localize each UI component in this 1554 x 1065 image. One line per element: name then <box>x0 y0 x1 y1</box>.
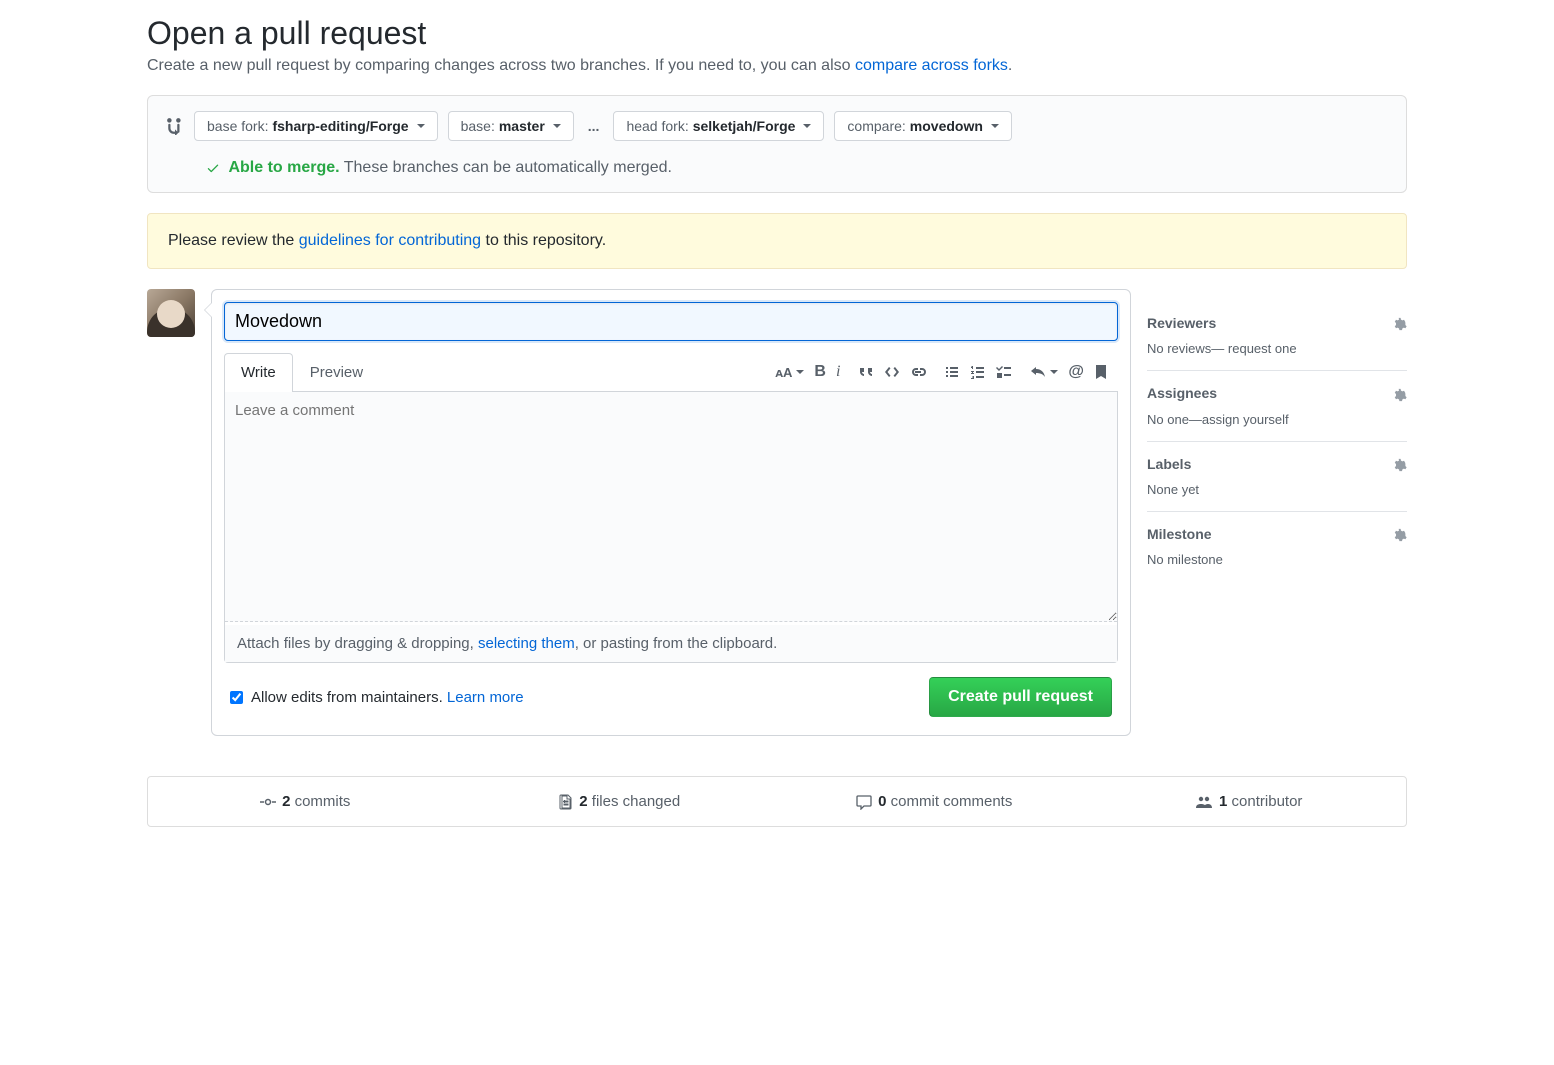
merge-detail: These branches can be automatically merg… <box>340 159 672 176</box>
files-label: files changed <box>588 793 681 810</box>
page-subtitle: Create a new pull request by comparing c… <box>147 57 1407 75</box>
notice-suffix: to this repository. <box>481 232 606 249</box>
tab-write[interactable]: Write <box>224 353 293 392</box>
branch-compare-box: base fork: fsharp-editing/Forge base: ma… <box>147 95 1407 193</box>
allow-edits-label[interactable]: Allow edits from maintainers. Learn more <box>230 689 524 706</box>
people-icon <box>1195 793 1213 810</box>
labels-title: Labels <box>1147 456 1191 472</box>
head-fork-select[interactable]: head fork: selketjah/Forge <box>613 111 824 141</box>
numbered-list-icon[interactable] <box>970 364 986 380</box>
guidelines-link[interactable]: guidelines for contributing <box>299 232 481 249</box>
page-title: Open a pull request <box>147 15 1407 52</box>
chevron-down-icon <box>803 124 811 132</box>
head-fork-value: selketjah/Forge <box>693 118 796 134</box>
attach-suffix: , or pasting from the clipboard. <box>575 635 778 652</box>
bullet-list-icon[interactable] <box>944 364 960 380</box>
branch-ellipsis: ... <box>584 118 604 134</box>
mention-icon[interactable]: @ <box>1068 363 1084 381</box>
chevron-down-icon <box>553 124 561 132</box>
stats-box: 2 commits 2 files changed 0 commit comme… <box>147 776 1407 827</box>
stat-commits[interactable]: 2 commits <box>148 777 463 826</box>
gear-icon[interactable] <box>1393 385 1407 401</box>
text-size-icon[interactable]: ᴀA <box>775 365 804 380</box>
compare-value: movedown <box>910 118 983 134</box>
editor-toolbar: ᴀA B i <box>765 357 1118 387</box>
assignees-title: Assignees <box>1147 385 1217 401</box>
compare-forks-link[interactable]: compare across forks <box>855 57 1008 74</box>
task-list-icon[interactable] <box>996 364 1012 380</box>
base-label: base: <box>461 118 495 134</box>
check-icon <box>206 159 224 176</box>
assignees-body: No one—assign yourself <box>1147 412 1407 427</box>
reviewers-title: Reviewers <box>1147 315 1216 331</box>
notice-prefix: Please review the <box>168 232 299 249</box>
create-pr-button[interactable]: Create pull request <box>929 677 1112 717</box>
commit-icon <box>260 793 276 810</box>
allow-edits-text: Allow edits from maintainers. <box>251 689 447 706</box>
attach-hint: Attach files by dragging & dropping, sel… <box>225 625 1117 662</box>
avatar[interactable] <box>147 289 195 337</box>
merge-status: Able to merge. These branches can be aut… <box>166 159 1388 177</box>
base-value: master <box>499 118 545 134</box>
comments-label: commit comments <box>886 793 1012 810</box>
assign-yourself-link[interactable]: assign yourself <box>1202 412 1289 427</box>
comment-icon <box>856 793 872 810</box>
pr-title-input[interactable] <box>224 302 1118 341</box>
chevron-down-icon <box>417 124 425 132</box>
link-icon[interactable] <box>910 364 926 380</box>
gear-icon[interactable] <box>1393 456 1407 472</box>
select-files-link[interactable]: selecting them <box>478 635 575 652</box>
base-fork-select[interactable]: base fork: fsharp-editing/Forge <box>194 111 438 141</box>
files-count: 2 <box>579 793 587 810</box>
italic-icon[interactable]: i <box>836 363 840 381</box>
sidebar: Reviewers No reviews— request one Assign… <box>1147 289 1407 581</box>
reply-icon[interactable] <box>1030 364 1058 380</box>
compare-branch-select[interactable]: compare: movedown <box>834 111 1011 141</box>
base-fork-value: fsharp-editing/Forge <box>272 118 408 134</box>
stat-contributors[interactable]: 1 contributor <box>1092 777 1407 826</box>
attach-prefix: Attach files by dragging & dropping, <box>237 635 478 652</box>
bold-icon[interactable]: B <box>814 363 826 381</box>
reviewers-body: No reviews— request one <box>1147 341 1407 356</box>
commits-label: commits <box>290 793 350 810</box>
learn-more-link[interactable]: Learn more <box>447 689 524 706</box>
stat-files[interactable]: 2 files changed <box>463 777 778 826</box>
contributors-label: contributor <box>1227 793 1302 810</box>
contributing-notice: Please review the guidelines for contrib… <box>147 213 1407 269</box>
labels-body: None yet <box>1147 482 1407 497</box>
subtitle-text: Create a new pull request by comparing c… <box>147 57 855 74</box>
bookmark-icon[interactable] <box>1094 364 1108 380</box>
base-branch-select[interactable]: base: master <box>448 111 574 141</box>
milestone-body: No milestone <box>1147 552 1407 567</box>
milestone-title: Milestone <box>1147 526 1212 542</box>
gear-icon[interactable] <box>1393 315 1407 331</box>
subtitle-suffix: . <box>1008 57 1012 74</box>
base-fork-label: base fork: <box>207 118 268 134</box>
stat-comments[interactable]: 0 commit comments <box>777 777 1092 826</box>
compose-card: Write Preview ᴀA B i <box>211 289 1131 736</box>
merge-status-text: Able to merge. <box>228 159 339 176</box>
comment-textarea[interactable] <box>225 392 1117 622</box>
tab-preview[interactable]: Preview <box>293 353 380 391</box>
file-diff-icon <box>559 793 573 810</box>
quote-icon[interactable] <box>858 364 874 380</box>
chevron-down-icon <box>991 124 999 132</box>
tabs: Write Preview <box>224 353 380 391</box>
head-fork-label: head fork: <box>626 118 688 134</box>
compare-label: compare: <box>847 118 905 134</box>
allow-edits-checkbox[interactable] <box>230 691 243 704</box>
gear-icon[interactable] <box>1393 526 1407 542</box>
code-icon[interactable] <box>884 364 900 380</box>
assignees-prefix: No one— <box>1147 412 1202 427</box>
compare-icon <box>166 117 184 135</box>
